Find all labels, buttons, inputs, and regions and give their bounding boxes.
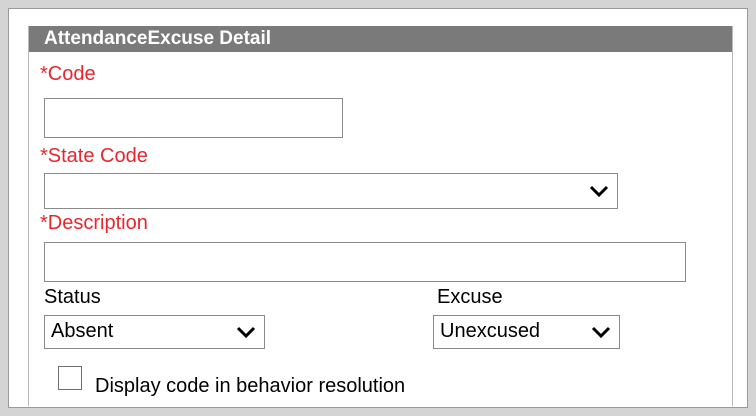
state-code-select[interactable] bbox=[44, 173, 618, 209]
excuse-label: Excuse bbox=[437, 286, 503, 308]
status-selected-value: Absent bbox=[51, 320, 114, 342]
chevron-down-icon bbox=[236, 326, 256, 338]
detail-panel: AttendanceExcuse Detail *Code *State Cod… bbox=[8, 8, 748, 408]
description-label: *Description bbox=[40, 212, 148, 234]
code-input[interactable] bbox=[44, 98, 343, 138]
status-label: Status bbox=[44, 286, 101, 308]
behavior-resolution-label: Display code in behavior resolution bbox=[95, 375, 406, 397]
attendance-excuse-detail-section: AttendanceExcuse Detail *Code *State Cod… bbox=[28, 26, 733, 406]
behavior-resolution-checkbox[interactable] bbox=[58, 366, 82, 390]
excuse-select[interactable]: Unexcused bbox=[433, 315, 620, 349]
status-select[interactable]: Absent bbox=[44, 315, 265, 349]
chevron-down-icon bbox=[589, 185, 609, 197]
chevron-down-icon bbox=[591, 326, 611, 338]
code-label: *Code bbox=[40, 63, 96, 85]
section-title: AttendanceExcuse Detail bbox=[29, 26, 732, 52]
excuse-selected-value: Unexcused bbox=[440, 320, 541, 342]
description-input[interactable] bbox=[44, 242, 686, 282]
state-code-label: *State Code bbox=[40, 145, 148, 167]
